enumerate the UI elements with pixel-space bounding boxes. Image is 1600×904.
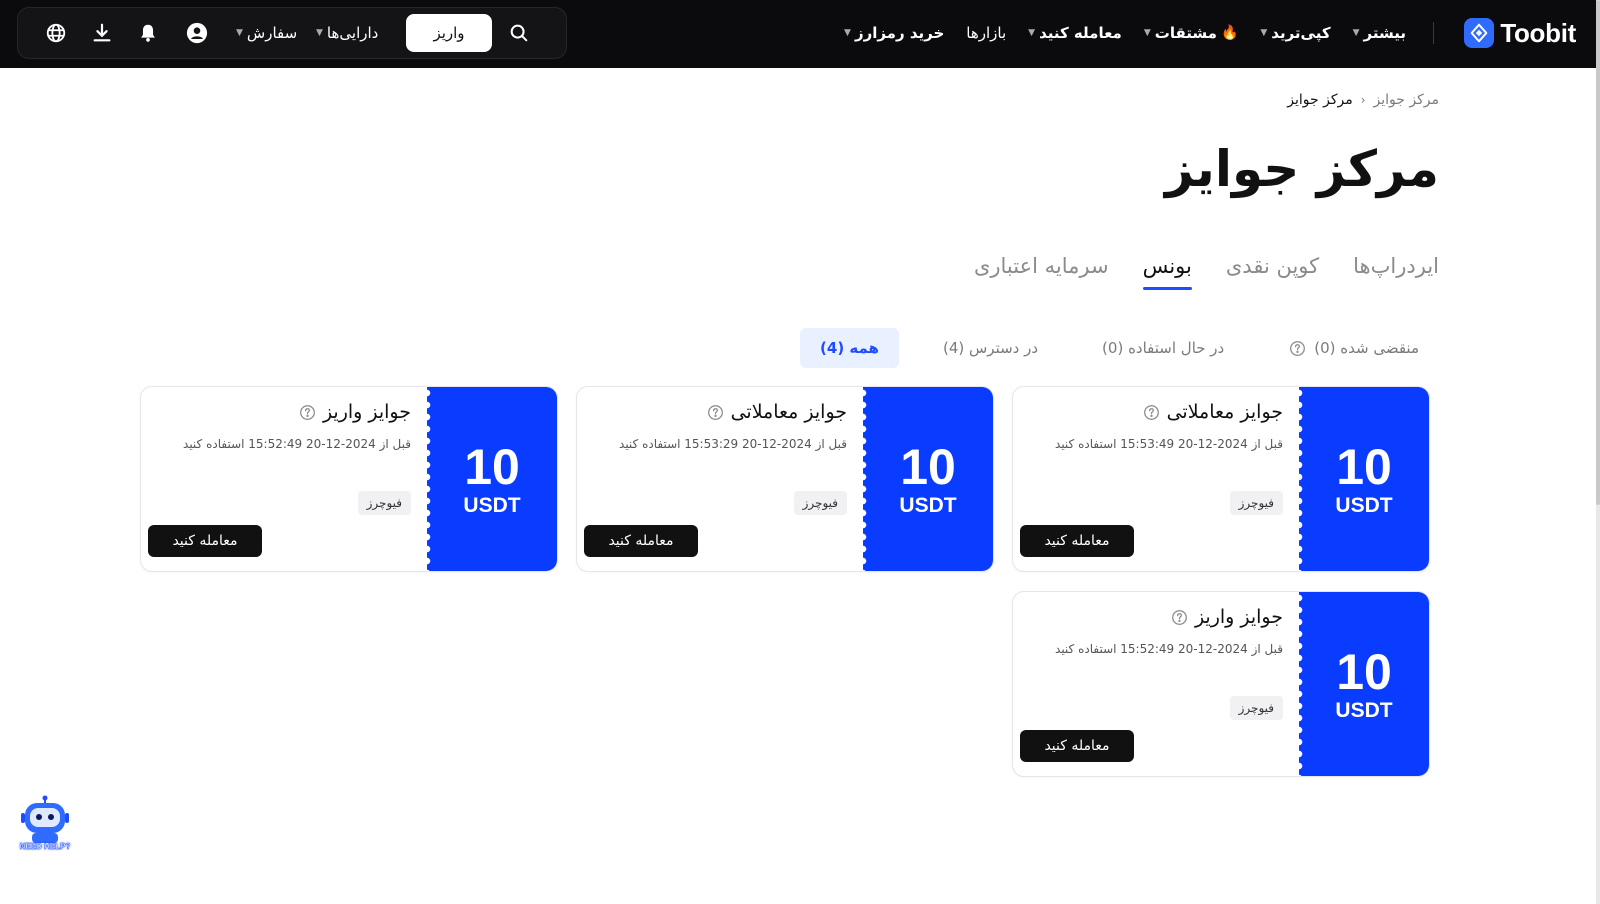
reward-currency: USDT [899,494,957,517]
reward-expiry: قبل از 2024-12-20 15:53:29 استفاده کنید [619,437,847,451]
reward-type-tabs: سرمایه اعتباری بونس کوپن نقدی ایردراپ‌ها [974,254,1439,290]
reward-product-tag: فیوچرز [357,491,411,515]
breadcrumb-current: مرکز جوایز [1287,92,1353,108]
nav-item-label: مشتقات [1154,24,1217,42]
nav-item-label: خرید رمزارز [854,24,945,42]
reward-amount-stub: 10 USDT [422,387,557,571]
assets-menu-label: دارایی‌ها [326,24,379,42]
reward-expiry: قبل از 2024-12-20 15:53:49 استفاده کنید [1055,437,1283,451]
reward-currency: USDT [1335,494,1393,517]
nav-item-markets[interactable]: بازارها [966,24,1006,42]
nav-item-more[interactable]: بیشتر ▼ [1353,24,1406,42]
reward-card: 10 USDT جوایز واریز قبل از 2024-12-20 15… [1012,591,1430,777]
filter-expired[interactable]: منقضی شده (0) [1268,328,1439,368]
top-navbar: Toobit خرید رمزارز ▼ بازارها معامله کنید… [0,0,1596,68]
nav-item-buy-crypto[interactable]: خرید رمزارز ▼ [844,24,944,42]
reward-product-tag: فیوچرز [1229,491,1283,515]
nav-item-trade[interactable]: معامله کنید ▼ [1028,24,1122,42]
page-title: مرکز جوایز [1164,140,1439,198]
help-chatbot-label: NEED HELP? [19,842,71,851]
caret-down-icon: ▼ [844,28,851,38]
user-action-bar: واریز دارایی‌ها ▼ سفارش ▼ [17,7,567,59]
help-circle-icon[interactable] [1288,339,1306,357]
filter-available[interactable]: در دسترس (4) [923,328,1058,368]
reward-card: 10 USDT جوایز معاملاتی قبل از 2024-12-20… [576,386,994,572]
reward-product-tag: فیوچرز [1229,696,1283,720]
caret-down-icon: ▼ [1143,28,1151,38]
reward-title: جوایز معاملاتی [707,401,847,423]
nav-item-copy-trade[interactable]: کپی‌ترید ▼ [1260,24,1330,42]
reward-title-text: جوایز واریز [322,401,411,423]
scrollbar-thumb[interactable] [1596,0,1600,505]
help-circle-icon[interactable] [707,403,725,421]
download-icon[interactable] [89,20,115,46]
nav-item-derivatives[interactable]: 🔥 مشتقات ▼ [1144,24,1239,42]
fire-icon: 🔥 [1220,25,1239,41]
filter-expired-label: منقضی شده (0) [1314,339,1419,357]
reward-title: جوایز واریز [299,401,411,423]
page-scrollbar[interactable] [1596,0,1600,904]
deposit-button[interactable]: واریز [406,14,492,52]
reward-card: 10 USDT جوایز معاملاتی قبل از 2024-12-20… [1012,386,1430,572]
reward-title-text: جوایز معاملاتی [730,401,847,423]
help-circle-icon[interactable] [1171,608,1189,626]
trade-button[interactable]: معامله کنید [1020,730,1134,762]
trade-button[interactable]: معامله کنید [1020,525,1134,557]
breadcrumb: مرکز جوایز ‹ مرکز جوایز [1287,92,1439,108]
search-icon[interactable] [506,20,532,46]
reward-title: جوایز معاملاتی [1143,401,1283,423]
status-filter-bar: همه (4) در دسترس (4) در حال استفاده (0) … [800,328,1439,368]
main-nav-menu: خرید رمزارز ▼ بازارها معامله کنید ▼ 🔥 مش… [844,0,1406,66]
reward-card: 10 USDT جوایز واریز قبل از 2024-12-20 15… [140,386,558,572]
user-icon[interactable] [184,20,210,46]
bell-icon[interactable] [135,20,161,46]
orders-menu[interactable]: سفارش ▼ [236,8,297,58]
breadcrumb-parent-link[interactable]: مرکز جوایز [1374,92,1439,108]
caret-down-icon: ▼ [1028,28,1036,38]
caret-down-icon: ▼ [236,28,243,38]
reward-product-tag: فیوچرز [793,491,847,515]
trade-button[interactable]: معامله کنید [584,525,698,557]
chevron-left-icon: ‹ [1360,93,1366,107]
reward-amount-stub: 10 USDT [858,387,993,571]
reward-amount-stub: 10 USDT [1294,592,1429,776]
nav-item-label: معامله کنید [1039,24,1122,42]
assets-menu[interactable]: دارایی‌ها ▼ [316,8,378,58]
trade-button[interactable]: معامله کنید [148,525,262,557]
filter-in-use[interactable]: در حال استفاده (0) [1082,328,1244,368]
nav-item-label: کپی‌ترید [1271,24,1331,42]
reward-amount-stub: 10 USDT [1294,387,1429,571]
reward-title: جوایز واریز [1171,606,1283,628]
nav-item-label: بازارها [966,24,1007,42]
brand-name: Toobit [1500,17,1576,48]
nav-divider [1433,22,1434,44]
caret-down-icon: ▼ [1260,28,1268,38]
orders-menu-label: سفارش [246,24,298,42]
tab-cash-coupon[interactable]: کوپن نقدی [1226,254,1319,290]
help-circle-icon[interactable] [1143,403,1161,421]
reward-currency: USDT [1335,699,1393,722]
tab-airdrops[interactable]: ایردراپ‌ها [1353,254,1439,290]
filter-all[interactable]: همه (4) [800,328,899,368]
reward-expiry: قبل از 2024-12-20 15:52:49 استفاده کنید [183,437,411,451]
reward-title-text: جوایز واریز [1194,606,1283,628]
reward-currency: USDT [463,494,521,517]
caret-down-icon: ▼ [1352,28,1360,38]
globe-icon[interactable] [43,20,69,46]
reward-amount: 10 [1336,439,1392,495]
reward-amount: 10 [1336,644,1392,700]
help-circle-icon[interactable] [299,403,317,421]
caret-down-icon: ▼ [316,28,323,38]
tab-bonus[interactable]: بونس [1142,254,1193,290]
help-chatbot-button[interactable]: NEED HELP? [18,795,72,851]
reward-amount: 10 [900,439,956,495]
toobit-logo-icon [1464,18,1495,48]
tab-credit-capital[interactable]: سرمایه اعتباری [974,254,1109,290]
nav-item-label: بیشتر [1363,24,1406,42]
reward-title-text: جوایز معاملاتی [1166,401,1283,423]
brand-logo[interactable]: Toobit [1464,16,1576,50]
reward-expiry: قبل از 2024-12-20 15:52:49 استفاده کنید [1055,642,1283,656]
reward-amount: 10 [464,439,520,495]
